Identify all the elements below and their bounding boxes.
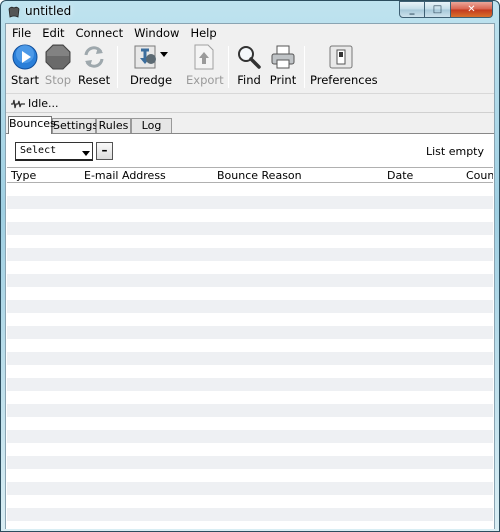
toolbar-separator [228, 46, 229, 88]
dredge-icon [134, 45, 168, 69]
printer-icon [271, 45, 295, 69]
empty-row-stripe [7, 352, 493, 365]
app-icon [8, 6, 20, 18]
find-label: Find [237, 73, 261, 87]
toolbar: Start Stop Reset Dredge Export Find Prin… [6, 42, 494, 94]
print-button[interactable]: Print [268, 44, 298, 92]
empty-row-stripe [7, 287, 493, 300]
reset-icon [84, 46, 104, 68]
empty-row-stripe [7, 209, 493, 222]
export-button[interactable]: Export [186, 44, 224, 92]
chevron-down-icon [82, 151, 90, 156]
empty-row-stripe [7, 443, 493, 456]
close-button[interactable]: ✕ [451, 1, 493, 18]
empty-row-stripe [7, 248, 493, 261]
stop-icon [45, 44, 71, 70]
menu-window[interactable]: Window [128, 24, 184, 42]
close-icon: ✕ [467, 4, 476, 15]
play-icon [12, 44, 38, 70]
empty-row-stripe [7, 391, 493, 404]
client-area: File Edit Connect Window Help Start Stop… [5, 23, 495, 529]
list-status: List empty [425, 145, 484, 158]
tab-log[interactable]: Log [131, 118, 172, 134]
empty-row-stripe [7, 313, 493, 326]
empty-row-stripe [7, 417, 493, 430]
empty-row-stripe [7, 326, 493, 339]
column-type[interactable]: Type [11, 169, 36, 182]
table-header: Type E-mail Address Bounce Reason Date C… [7, 167, 493, 183]
minimize-button[interactable]: _ [399, 1, 425, 18]
empty-row-stripe [7, 222, 493, 235]
maximize-button[interactable]: □ [425, 1, 451, 18]
preferences-button[interactable]: Preferences [310, 44, 378, 92]
print-label: Print [269, 73, 297, 87]
filter-select-value: Select [20, 145, 57, 156]
status-text: Idle... [28, 97, 59, 110]
empty-row-stripe [7, 404, 493, 417]
table-body [7, 183, 493, 529]
start-button[interactable]: Start [10, 44, 40, 92]
start-label: Start [10, 73, 40, 87]
column-date[interactable]: Date [387, 169, 413, 182]
stop-label: Stop [44, 73, 72, 87]
empty-row-stripe [7, 430, 493, 443]
reset-button[interactable]: Reset [78, 44, 110, 92]
empty-row-stripe [7, 300, 493, 313]
tab-bar: Bounces Settings Rules Log [6, 116, 494, 134]
bounces-table: Type E-mail Address Bounce Reason Date C… [7, 167, 493, 529]
filter-select[interactable]: Select [15, 142, 93, 161]
minimize-icon: _ [409, 4, 415, 15]
switch-icon [329, 45, 353, 69]
dredge-label: Dredge [129, 73, 173, 87]
menu-connect[interactable]: Connect [70, 24, 129, 42]
empty-row-stripe [7, 495, 493, 508]
empty-row-stripe [7, 261, 493, 274]
remove-button[interactable]: – [96, 142, 113, 160]
menu-edit[interactable]: Edit [36, 24, 69, 42]
menu-file[interactable]: File [6, 24, 36, 42]
empty-row-stripe [7, 482, 493, 495]
empty-row-stripe [7, 469, 493, 482]
export-label: Export [186, 73, 224, 87]
bounces-panel: Select – List empty Type E-mail Address … [6, 133, 494, 529]
empty-row-stripe [7, 456, 493, 469]
column-email[interactable]: E-mail Address [84, 169, 166, 182]
window-controls: _ □ ✕ [399, 1, 493, 18]
tab-bounces[interactable]: Bounces [8, 116, 56, 134]
maximize-icon: □ [432, 4, 443, 15]
menu-help[interactable]: Help [184, 24, 221, 42]
export-icon [194, 44, 214, 70]
empty-row-stripe [7, 365, 493, 378]
tab-rules[interactable]: Rules [96, 118, 131, 134]
tab-settings[interactable]: Settings [52, 118, 98, 134]
dredge-button[interactable]: Dredge [128, 44, 174, 92]
app-window: untitled _ □ ✕ File Edit Connect Window … [0, 0, 500, 532]
find-button[interactable]: Find [234, 44, 264, 92]
column-count[interactable]: Count [466, 169, 493, 182]
activity-icon [11, 99, 25, 109]
empty-row-stripe [7, 339, 493, 352]
empty-row-stripe [7, 196, 493, 209]
empty-row-stripe [7, 521, 493, 529]
toolbar-separator [117, 46, 118, 88]
empty-row-stripe [7, 508, 493, 521]
title-bar[interactable]: untitled _ □ ✕ [1, 1, 499, 23]
magnifier-icon [238, 46, 261, 69]
window-title: untitled [25, 4, 72, 18]
empty-row-stripe [7, 378, 493, 391]
toolbar-separator [304, 46, 305, 88]
preferences-label: Preferences [310, 73, 378, 87]
empty-row-stripe [7, 235, 493, 248]
status-bar: Idle... [6, 95, 494, 113]
stop-button[interactable]: Stop [43, 44, 73, 92]
empty-row-stripe [7, 183, 493, 196]
reset-label: Reset [78, 73, 111, 87]
empty-row-stripe [7, 274, 493, 287]
menu-bar: File Edit Connect Window Help [6, 24, 494, 42]
column-bounce-reason[interactable]: Bounce Reason [217, 169, 302, 182]
